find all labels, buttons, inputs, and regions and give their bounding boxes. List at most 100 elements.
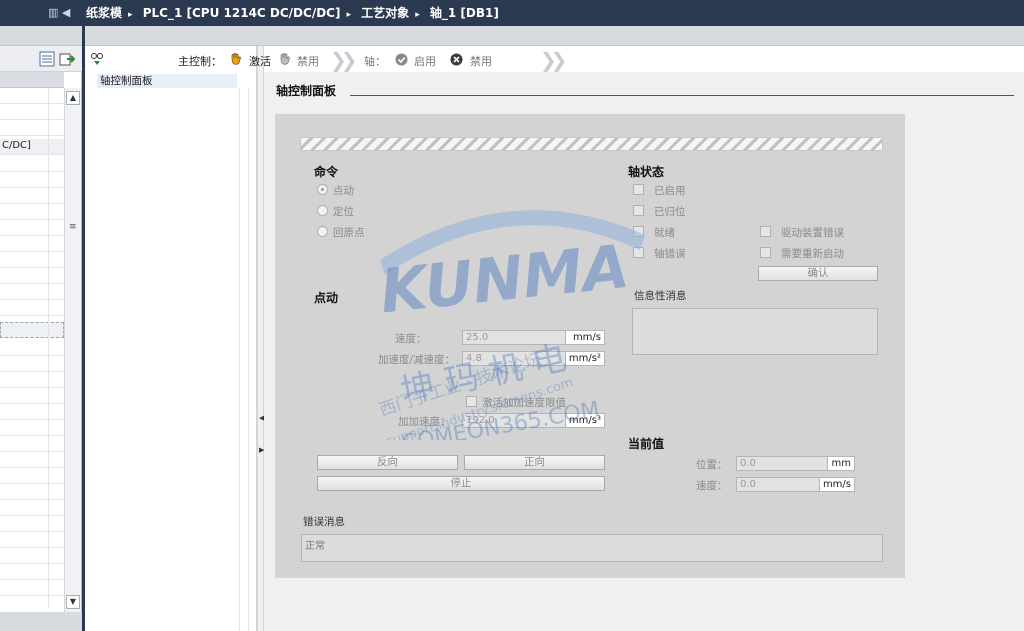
table-row[interactable] — [0, 300, 64, 316]
stop-button[interactable]: 停止 — [317, 476, 605, 491]
status-restart-label: 需要重新启动 — [781, 248, 844, 260]
glasses-icon[interactable] — [90, 52, 104, 66]
status-homed-label: 已归位 — [654, 206, 686, 218]
status-axis-error-indicator — [633, 247, 644, 258]
breadcrumb-sep-icon: ▸ — [128, 10, 133, 20]
table-row[interactable] — [0, 104, 64, 120]
table-row[interactable] — [0, 322, 64, 338]
radio-homing[interactable] — [317, 226, 328, 237]
radio-positioning-label: 定位 — [333, 206, 354, 218]
jerk-limit-checkbox[interactable] — [466, 396, 477, 407]
jog-accel-input[interactable]: 4.8 — [462, 351, 566, 366]
table-row[interactable] — [0, 156, 64, 172]
status-drive-error-indicator — [760, 226, 771, 237]
table-row[interactable] — [0, 340, 64, 356]
chevron-right-icon: ❯❯ — [540, 48, 567, 72]
command-heading: 命令 — [314, 165, 339, 179]
table-row[interactable] — [0, 252, 64, 268]
status-axis-error-label: 轴错误 — [654, 248, 686, 260]
table-view-icon[interactable] — [39, 51, 55, 67]
table-row[interactable] — [0, 404, 64, 420]
hatched-banner — [300, 137, 883, 151]
left-scrollbar[interactable]: ▲ ≡ ▼ — [64, 88, 81, 612]
velocity-value: 0.0 — [736, 477, 820, 492]
status-enabled-label: 已启用 — [654, 185, 686, 197]
table-row[interactable] — [0, 172, 64, 188]
scroll-grip-icon[interactable]: ≡ — [69, 222, 77, 232]
table-row[interactable]: C/DC] — [0, 139, 64, 155]
table-row[interactable] — [0, 88, 64, 104]
table-row[interactable] — [0, 548, 64, 564]
activate-button[interactable]: 激活 — [249, 53, 271, 69]
page-title: 轴控制面板 — [276, 82, 343, 99]
breadcrumb-sep-icon: ▸ — [346, 10, 351, 20]
axis-label: 轴： — [364, 55, 386, 68]
table-row[interactable] — [0, 388, 64, 404]
status-restart-indicator — [760, 247, 771, 258]
status-ready-indicator — [633, 226, 644, 237]
tree-column-line — [248, 88, 249, 631]
table-row[interactable] — [0, 356, 64, 372]
tree-item-axis-control-panel[interactable]: 轴控制面板 — [97, 74, 237, 88]
error-message-box: 正常 — [301, 534, 883, 562]
table-row[interactable] — [0, 268, 64, 284]
left-status-strip — [0, 612, 82, 631]
breadcrumb-project[interactable]: 纸浆模 — [86, 6, 122, 20]
check-circle-icon — [395, 53, 408, 66]
table-row[interactable] — [0, 500, 64, 516]
tree-column-line — [239, 88, 240, 631]
radio-jog[interactable] — [317, 184, 328, 195]
table-row[interactable] — [0, 120, 64, 136]
table-row[interactable] — [0, 468, 64, 484]
forward-button[interactable]: 正向 — [464, 455, 605, 470]
breadcrumb-plc[interactable]: PLC_1 [CPU 1214C DC/DC/DC] — [143, 6, 341, 20]
radio-positioning[interactable] — [317, 205, 328, 216]
table-row[interactable] — [0, 516, 64, 532]
master-control-label: 主控制： — [178, 55, 222, 68]
status-drive-error-label: 驱动装置错误 — [781, 227, 844, 239]
enable-button[interactable]: 启用 — [414, 53, 436, 69]
table-row[interactable] — [0, 204, 64, 220]
table-row[interactable] — [0, 420, 64, 436]
disable-button[interactable]: 禁用 — [470, 53, 492, 69]
table-row[interactable] — [0, 188, 64, 204]
jog-heading: 点动 — [314, 291, 339, 305]
jog-jerk-input[interactable]: 192.0 — [462, 413, 566, 428]
breadcrumb-tech-objects[interactable]: 工艺对象 — [361, 6, 409, 20]
scroll-down-icon[interactable]: ▼ — [66, 595, 80, 609]
left-toolbar — [0, 46, 82, 72]
table-row[interactable] — [0, 484, 64, 500]
table-row[interactable] — [0, 220, 64, 236]
velocity-unit: mm/s — [820, 477, 855, 492]
error-message-text: 正常 — [305, 541, 325, 552]
jerk-limit-label: 激活加加速度限值 — [482, 397, 566, 409]
table-row[interactable] — [0, 532, 64, 548]
backward-button[interactable]: 反向 — [317, 455, 458, 470]
window-controls[interactable]: ▥ ◀ — [48, 6, 70, 19]
jog-speed-input[interactable]: 25.0 — [462, 330, 566, 345]
export-icon[interactable] — [59, 51, 75, 67]
deactivate-button[interactable]: 禁用 — [297, 53, 319, 69]
status-homed-indicator — [633, 205, 644, 216]
left-table-header — [0, 72, 64, 88]
table-row[interactable] — [0, 372, 64, 388]
function-tree-pane — [85, 46, 257, 631]
table-row[interactable] — [0, 436, 64, 452]
chevron-right-icon: ❯❯ — [330, 48, 357, 72]
jerk-label: 加加速度： — [398, 416, 451, 428]
disable-circle-icon — [450, 53, 463, 66]
column-divider — [48, 88, 49, 608]
scroll-up-icon[interactable]: ▲ — [66, 91, 80, 105]
confirm-button[interactable]: 确认 — [758, 266, 878, 281]
table-row[interactable] — [0, 452, 64, 468]
breadcrumb-sep-icon: ▸ — [415, 10, 420, 20]
breadcrumb-axis[interactable]: 轴_1 [DB1] — [430, 6, 499, 20]
table-row[interactable] — [0, 284, 64, 300]
splitter[interactable] — [257, 46, 264, 631]
table-row[interactable] — [0, 236, 64, 252]
position-label: 位置： — [696, 459, 728, 471]
table-row[interactable] — [0, 564, 64, 580]
table-row[interactable] — [0, 580, 64, 596]
error-message-label: 错误消息 — [303, 516, 345, 528]
left-row-text: C/DC] — [2, 140, 31, 151]
